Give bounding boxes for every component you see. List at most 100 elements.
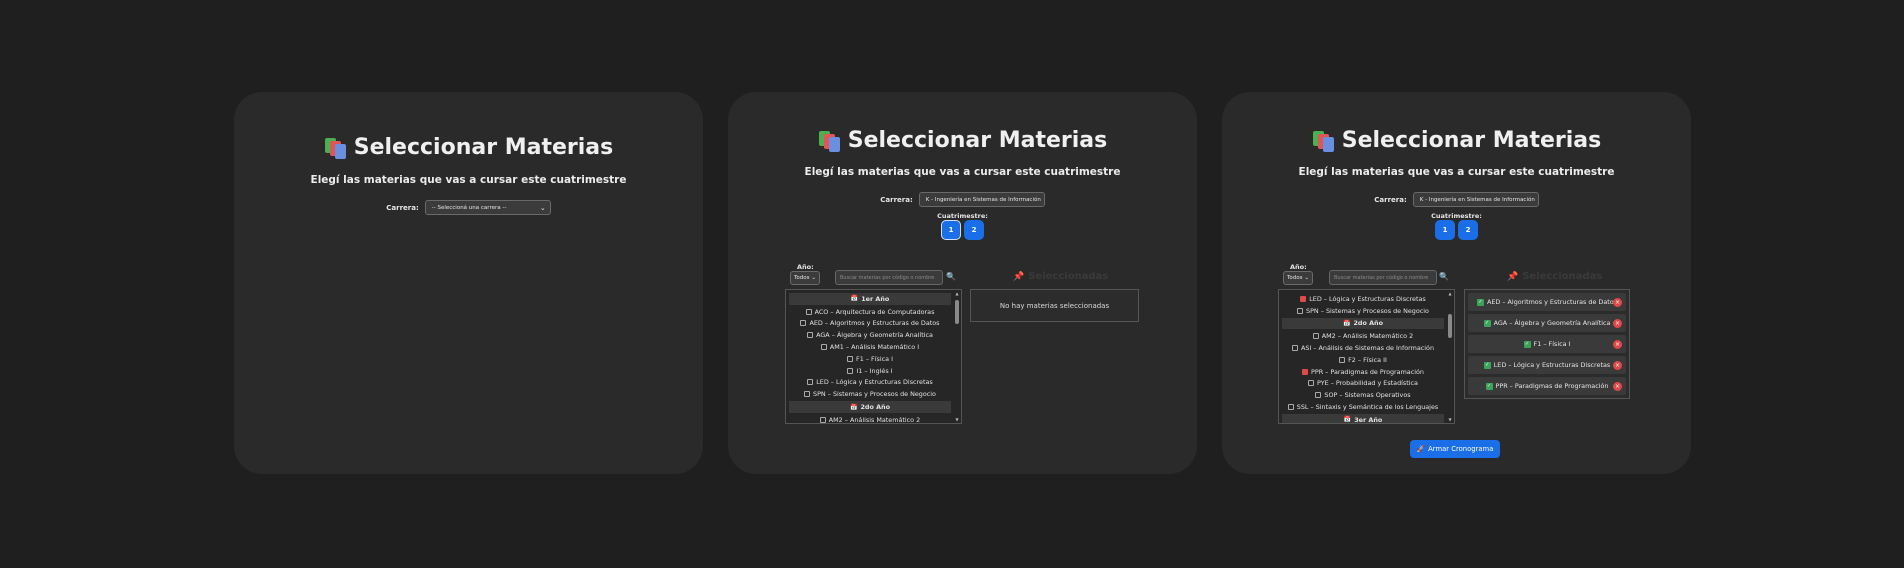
remove-icon[interactable]: ×	[1613, 339, 1622, 349]
scroll-down-icon[interactable]: ▼	[1447, 417, 1453, 422]
materia-item[interactable]: SPN – Sistemas y Procesos de Negocio	[1282, 305, 1444, 317]
cuatrimestre-1-button[interactable]: 1	[1435, 220, 1455, 240]
check-icon: ✓	[1483, 319, 1491, 327]
selected-chip-label: AED – Algoritmos y Estructuras de Datos	[1486, 298, 1618, 306]
page-title: Seleccionar Materias	[234, 135, 703, 160]
cuatrimestre-buttons: 1 2	[1222, 220, 1691, 240]
materia-item[interactable]: PPR – Paradigmas de Programación	[1282, 366, 1444, 378]
materia-item[interactable]: AED – Algoritmos y Estructuras de Datos	[789, 318, 951, 330]
checkbox[interactable]	[1312, 333, 1319, 340]
checkbox[interactable]	[1291, 345, 1298, 352]
armar-cronograma-button[interactable]: 🚀 Armar Cronograma	[1410, 440, 1500, 458]
search-input[interactable]: Buscar materias por código o nombre	[835, 270, 943, 285]
carrera-select[interactable]: K - Ingeniería en Sistemas de Informació…	[918, 192, 1045, 207]
materias-list[interactable]: 📅 1er Año ACO – Arquitectura de Computador…	[785, 289, 962, 424]
cuatrimestre-label: Cuatrimestre:	[1431, 212, 1482, 220]
cuatrimestre-1-button[interactable]: 1	[941, 220, 961, 240]
search-input[interactable]: Buscar materias por código o nombre	[1329, 270, 1437, 285]
checkbox-checked[interactable]	[1302, 368, 1308, 375]
page-title: Seleccionar Materias	[1222, 128, 1691, 153]
checkbox-checked[interactable]	[1300, 295, 1307, 302]
materia-item[interactable]: SSL – Sintaxis y Semántica de los Lengua…	[1282, 401, 1444, 413]
anio-label: Año:	[797, 263, 814, 271]
materia-label: LED – Lógica y Estructuras Discretas	[1309, 294, 1426, 303]
cuatrimestre-label: Cuatrimestre:	[937, 212, 988, 220]
materia-item[interactable]: AM2 – Análisis Matemático 2	[789, 414, 951, 423]
materia-item[interactable]: LED – Lógica y Estructuras Discretas	[789, 377, 951, 389]
scroll-up-icon[interactable]: ▲	[1447, 291, 1453, 296]
check-icon: ✓	[1483, 361, 1491, 369]
materias-list-items: 📅 1er Año ACO – Arquitectura de Computador…	[789, 292, 951, 423]
carrera-select[interactable]: -- Seleccioná una carrera -- ⌄	[424, 200, 551, 215]
anio-label: Año:	[1290, 263, 1307, 271]
materia-item[interactable]: F1 – Física I	[789, 353, 951, 365]
materia-item[interactable]: ACO – Arquitectura de Computadoras	[789, 306, 951, 318]
checkbox[interactable]	[1315, 392, 1322, 399]
checkbox[interactable]	[805, 308, 812, 315]
carrera-label: Carrera:	[386, 203, 419, 212]
materia-item[interactable]: F2 – Física II	[1282, 354, 1444, 366]
search-icon[interactable]: 🔍	[946, 272, 956, 281]
empty-selection-box: No hay materias seleccionadas	[970, 289, 1139, 322]
list-scrollbar[interactable]: ▲ ▼	[1447, 291, 1453, 422]
checkbox[interactable]	[1297, 307, 1304, 314]
year-header-label: 2do Año	[860, 403, 890, 412]
list-scrollbar[interactable]: ▲ ▼	[954, 291, 960, 422]
materia-item[interactable]: AM1 – Análisis Matemático I	[789, 341, 951, 353]
year-header: 📅 2do Año	[1282, 317, 1444, 330]
checkbox[interactable]	[1308, 380, 1315, 387]
panel-with-selection: Seleccionar Materias Elegí las materias …	[1222, 92, 1691, 474]
cuatrimestre-2-button[interactable]: 2	[1458, 220, 1478, 240]
materia-label: ASI – Análisis de Sistemas de Informació…	[1300, 344, 1435, 353]
checkbox[interactable]	[804, 391, 811, 398]
scroll-thumb[interactable]	[1448, 314, 1452, 338]
search-icon[interactable]: 🔍	[1439, 272, 1449, 281]
books-icon	[1312, 130, 1336, 152]
carrera-select-value: K - Ingeniería en Sistemas de Informació…	[925, 196, 1041, 203]
anio-select[interactable]: Todos ⌄	[790, 271, 820, 285]
checkbox[interactable]	[820, 344, 827, 351]
chevron-down-icon: ⌄	[1304, 275, 1309, 281]
carrera-row: Carrera: -- Seleccioná una carrera -- ⌄	[234, 200, 703, 215]
carrera-select[interactable]: K - Ingeniería en Sistemas de Informació…	[1412, 192, 1539, 207]
materia-item[interactable]: PYE – Probabilidad y Estadística	[1282, 378, 1444, 390]
carrera-select-value: -- Seleccioná una carrera --	[431, 204, 507, 211]
cuatrimestre-2-button[interactable]: 2	[964, 220, 984, 240]
anio-select-value: Todos	[794, 275, 810, 281]
scroll-thumb[interactable]	[955, 300, 959, 324]
materia-label: ACO – Arquitectura de Computadoras	[814, 307, 935, 316]
checkbox[interactable]	[1287, 404, 1294, 411]
check-icon: ✓	[1523, 340, 1531, 348]
materias-list[interactable]: LED – Lógica y Estructuras Discretas SPN …	[1278, 289, 1455, 424]
year-header: 📅 1er Año	[789, 293, 951, 305]
materia-item[interactable]: I1 – Inglés I	[789, 365, 951, 377]
anio-select[interactable]: Todos ⌄	[1283, 271, 1313, 285]
cuatrimestre-buttons: 1 2	[728, 220, 1197, 240]
checkbox[interactable]	[807, 332, 814, 339]
checkbox[interactable]	[847, 355, 854, 362]
checkbox[interactable]	[807, 379, 814, 386]
scroll-up-icon[interactable]: ▲	[954, 291, 960, 296]
checkbox[interactable]	[1339, 356, 1346, 363]
materia-item[interactable]: AGA – Álgebra y Geometría Analítica	[789, 329, 951, 341]
pushpin-icon: 📌	[1507, 271, 1519, 282]
selected-materias-list: ✓ AED – Algoritmos y Estructuras de Datos…	[1464, 289, 1630, 399]
materia-item[interactable]: AM2 – Análisis Matemático 2	[1282, 330, 1444, 342]
materia-item[interactable]: SPN – Sistemas y Procesos de Negocio	[789, 388, 951, 400]
checkbox[interactable]	[819, 416, 826, 423]
remove-icon[interactable]: ×	[1613, 381, 1622, 391]
checkbox[interactable]	[800, 320, 807, 327]
remove-icon[interactable]: ×	[1613, 318, 1622, 328]
materia-item[interactable]: ASI – Análisis de Sistemas de Informació…	[1282, 342, 1444, 354]
materia-label: F1 – Física I	[856, 354, 893, 363]
checkbox[interactable]	[847, 367, 854, 374]
scroll-down-icon[interactable]: ▼	[954, 417, 960, 422]
rocket-icon: 🚀	[1416, 445, 1426, 453]
remove-icon[interactable]: ×	[1613, 360, 1622, 370]
materia-item[interactable]: LED – Lógica y Estructuras Discretas	[1282, 293, 1444, 305]
selected-chip-label: LED – Lógica y Estructuras Discretas	[1493, 361, 1611, 369]
page-subtitle: Elegí las materias que vas a cursar este…	[804, 166, 1121, 178]
remove-icon[interactable]: ×	[1613, 297, 1622, 307]
materia-item[interactable]: SOP – Sistemas Operativos	[1282, 389, 1444, 401]
page-subtitle: Elegí las materias que vas a cursar este…	[1298, 166, 1615, 178]
